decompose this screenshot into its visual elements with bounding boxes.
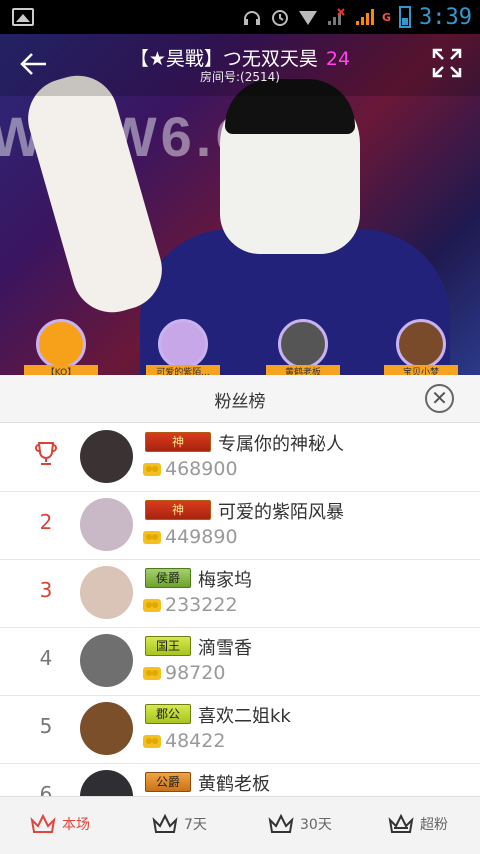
level-badge: 神 xyxy=(145,432,211,452)
level-badge: 郡公 xyxy=(145,704,191,724)
fan-score: 468900 xyxy=(165,458,238,480)
tab-label: 本场 xyxy=(62,817,90,833)
tab-super-fans[interactable]: 超粉 xyxy=(388,809,448,839)
top-fan-label: 可爱的紫陌... xyxy=(146,365,220,375)
list-item[interactable]: 4 国王 滴雪香 98720 xyxy=(0,628,480,696)
wifi-icon xyxy=(298,7,318,27)
crown-icon xyxy=(268,813,294,833)
room-id: 房间号:(2514) xyxy=(200,70,280,84)
rank-number: 3 xyxy=(39,578,53,602)
avatar[interactable] xyxy=(80,702,133,755)
tab-this-session[interactable]: 本场 xyxy=(30,809,90,839)
fan-score: 449890 xyxy=(165,526,238,548)
clock: 3:39 xyxy=(419,4,472,30)
close-icon[interactable]: ✕ xyxy=(425,384,454,413)
fan-name: 滴雪香 xyxy=(198,638,252,659)
status-bar: G 3:39 xyxy=(0,0,480,34)
period-tab-bar: 本场 7天 30天 超粉 xyxy=(0,796,480,854)
avatar[interactable] xyxy=(80,770,133,796)
fan-score: 98720 xyxy=(165,662,226,684)
list-item[interactable]: 3 侯爵 梅家坞 233222 xyxy=(0,560,480,628)
avatar[interactable] xyxy=(80,498,133,551)
tab-7-days[interactable]: 7天 xyxy=(152,809,207,839)
live-video[interactable]: WWW6.C 【★昊戰】つ无双天昊 24 房间号:(2514) 【KO】 可爱的紫… xyxy=(0,34,480,375)
tab-30-days[interactable]: 30天 xyxy=(268,809,332,839)
level-badge: 公爵 xyxy=(145,772,191,792)
coin-icon xyxy=(143,732,161,750)
fan-name: 梅家坞 xyxy=(198,570,252,591)
crown-icon xyxy=(30,813,56,833)
fan-name: 喜欢二姐kk xyxy=(198,706,291,727)
alarm-icon xyxy=(270,7,290,27)
list-item[interactable]: 5 郡公 喜欢二姐kk 48422 xyxy=(0,696,480,764)
avatar[interactable] xyxy=(80,566,133,619)
crown-icon xyxy=(152,813,178,833)
rank-number: 6 xyxy=(39,782,53,796)
room-name: 【★昊戰】つ无双天昊 xyxy=(129,48,318,70)
signal-off-icon xyxy=(326,7,346,27)
rank-number: 5 xyxy=(39,714,53,738)
level-badge: 国王 xyxy=(145,636,191,656)
rank-number: 2 xyxy=(39,510,53,534)
panel-title: 粉丝榜 xyxy=(214,392,266,412)
tab-label: 7天 xyxy=(184,817,207,833)
top-fan-avatar[interactable] xyxy=(396,319,446,369)
top-fan-label: 黄鹤老板 xyxy=(266,365,340,375)
fan-score: 233222 xyxy=(165,594,238,616)
fan-name: 可爱的紫陌风暴 xyxy=(218,502,344,523)
room-title: 【★昊戰】つ无双天昊 24 xyxy=(0,44,480,71)
top-fan-avatar[interactable] xyxy=(278,319,328,369)
list-item[interactable]: 6 公爵 黄鹤老板 xyxy=(0,764,480,796)
viewer-count: 24 xyxy=(325,48,351,70)
fans-list[interactable]: 神 专属你的神秘人 468900 2 神 可爱的紫陌风暴 449890 3 侯爵… xyxy=(0,424,480,796)
fan-name: 黄鹤老板 xyxy=(198,774,270,795)
battery-icon xyxy=(399,6,412,28)
image-notification-icon xyxy=(12,8,34,26)
top-fan-avatar[interactable] xyxy=(158,319,208,369)
network-type: G xyxy=(381,10,392,24)
top-fan-label: 宝贝小梦 xyxy=(384,365,458,375)
fan-name: 专属你的神秘人 xyxy=(218,434,344,455)
avatar[interactable] xyxy=(80,634,133,687)
tab-label: 30天 xyxy=(300,817,332,833)
fullscreen-icon[interactable] xyxy=(432,48,462,78)
list-item[interactable]: 2 神 可爱的紫陌风暴 449890 xyxy=(0,492,480,560)
tab-label: 超粉 xyxy=(420,817,448,833)
coin-icon xyxy=(143,664,161,682)
list-item[interactable]: 神 专属你的神秘人 468900 xyxy=(0,424,480,492)
coin-icon xyxy=(143,460,161,478)
top-fan-label: 【KO】 xyxy=(24,365,98,375)
top-fans-strip: 【KO】 可爱的紫陌... 黄鹤老板 宝贝小梦 xyxy=(0,319,480,375)
signal-g-icon xyxy=(354,7,374,27)
fan-score: 48422 xyxy=(165,730,226,752)
crown-icon xyxy=(388,813,414,833)
coin-icon xyxy=(143,596,161,614)
rank-number: 4 xyxy=(39,646,53,670)
fans-panel-header: 粉丝榜 ✕ xyxy=(0,375,480,423)
level-badge: 神 xyxy=(145,500,211,520)
level-badge: 侯爵 xyxy=(145,568,191,588)
headset-icon xyxy=(242,7,262,27)
avatar[interactable] xyxy=(80,430,133,483)
trophy-icon xyxy=(34,440,58,468)
top-fan-avatar[interactable] xyxy=(36,319,86,369)
coin-icon xyxy=(143,528,161,546)
